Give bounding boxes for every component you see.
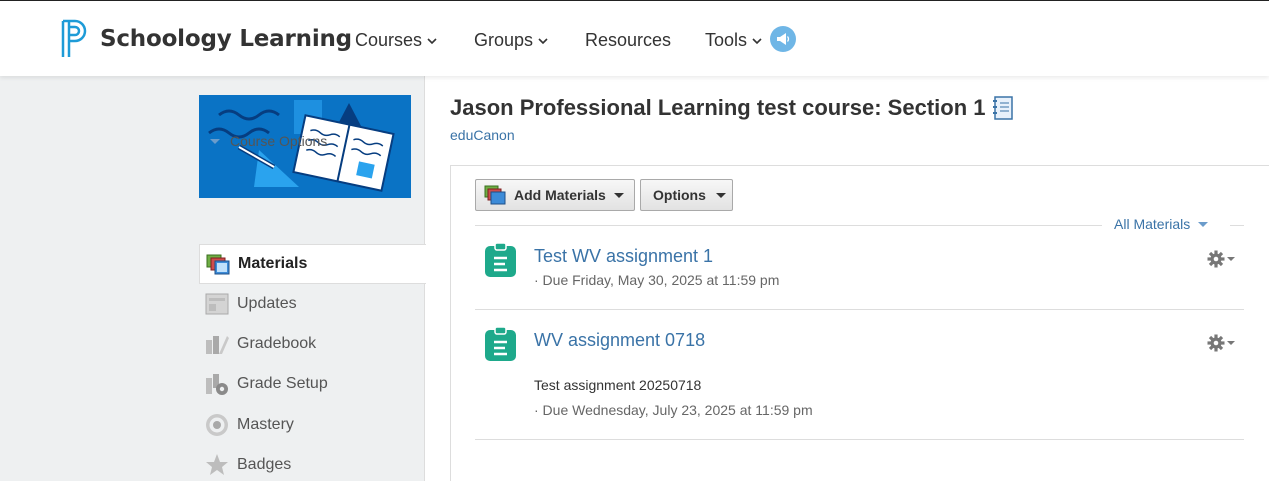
material-title-link[interactable]: Test WV assignment 1 bbox=[534, 246, 713, 267]
item-divider bbox=[475, 439, 1244, 440]
add-materials-label: Add Materials bbox=[514, 187, 606, 203]
nav-tools-label: Tools bbox=[705, 30, 748, 50]
megaphone-icon[interactable] bbox=[770, 26, 796, 52]
materials-icon bbox=[484, 185, 506, 205]
sidebar-item-materials[interactable]: Materials bbox=[199, 244, 426, 284]
chevron-down-icon bbox=[427, 37, 437, 44]
sidebar-item-label: Materials bbox=[238, 255, 308, 272]
updates-icon bbox=[205, 293, 229, 315]
all-materials-label: All Materials bbox=[1114, 216, 1191, 232]
chevron-down-icon bbox=[538, 37, 548, 44]
nav-courses-label: Courses bbox=[355, 30, 423, 50]
nav-tools[interactable]: Tools bbox=[705, 30, 762, 51]
sidebar-item-label: Badges bbox=[237, 456, 292, 473]
all-materials-filter[interactable]: All Materials bbox=[1114, 216, 1209, 232]
sidebar-item-label: Grade Setup bbox=[237, 375, 328, 392]
sidebar-item-updates[interactable]: Updates bbox=[199, 284, 425, 324]
course-subtitle-link[interactable]: eduCanon bbox=[450, 127, 515, 143]
assignment-icon bbox=[485, 327, 516, 361]
gear-icon[interactable] bbox=[1207, 250, 1237, 268]
options-button[interactable]: Options bbox=[640, 179, 733, 211]
course-options-label: Course Options bbox=[230, 133, 328, 149]
materials-icon bbox=[206, 254, 230, 275]
gradebook-icon bbox=[206, 336, 229, 354]
sidebar-item-gradebook[interactable]: Gradebook bbox=[199, 324, 425, 364]
caret-down-icon bbox=[1198, 221, 1209, 227]
sidebar-item-mastery[interactable]: Mastery bbox=[199, 405, 425, 445]
page-title: Jason Professional Learning test course:… bbox=[450, 95, 1014, 121]
notebook-icon[interactable] bbox=[992, 96, 1014, 120]
brand-name[interactable]: Schoology Learning bbox=[100, 26, 352, 52]
nav-courses[interactable]: Courses bbox=[355, 30, 437, 51]
schoology-logo-icon[interactable] bbox=[60, 19, 90, 59]
megaphone-glyph bbox=[777, 33, 790, 45]
materials-panel bbox=[450, 165, 1269, 481]
filter-divider-left bbox=[475, 225, 1102, 226]
options-label: Options bbox=[653, 187, 706, 203]
mastery-icon bbox=[206, 414, 228, 436]
filter-divider-right bbox=[1230, 225, 1244, 226]
material-description: Test assignment 20250718 bbox=[534, 377, 702, 393]
caret-down-icon bbox=[715, 192, 726, 198]
chevron-down-icon bbox=[752, 37, 762, 44]
sidebar-item-label: Gradebook bbox=[237, 335, 317, 352]
sidebar-item-label: Mastery bbox=[237, 416, 294, 433]
badges-icon bbox=[206, 454, 228, 475]
grade-setup-icon bbox=[206, 374, 228, 395]
top-navigation-bar: Schoology Learning Courses Groups Resour… bbox=[0, 0, 1269, 76]
due-date: · Due Wednesday, July 23, 2025 at 11:59 … bbox=[534, 402, 813, 418]
item-divider bbox=[475, 309, 1244, 310]
nav-resources[interactable]: Resources bbox=[585, 30, 671, 51]
sidebar-item-badges[interactable]: Badges bbox=[199, 445, 425, 481]
course-title-text: Jason Professional Learning test course:… bbox=[450, 95, 986, 120]
caret-down-icon bbox=[613, 192, 624, 198]
nav-resources-label: Resources bbox=[585, 30, 672, 50]
nav-groups-label: Groups bbox=[474, 30, 534, 50]
sidebar-item-grade-setup[interactable]: Grade Setup bbox=[199, 364, 425, 404]
caret-down-icon bbox=[210, 138, 220, 144]
add-materials-button[interactable]: Add Materials bbox=[475, 179, 635, 211]
material-title-link[interactable]: WV assignment 0718 bbox=[534, 330, 705, 351]
sidebar-item-label: Updates bbox=[237, 295, 297, 312]
course-options-toggle[interactable]: Course Options bbox=[210, 133, 327, 149]
gear-icon[interactable] bbox=[1207, 334, 1237, 352]
nav-groups[interactable]: Groups bbox=[474, 30, 548, 51]
due-date: · Due Friday, May 30, 2025 at 11:59 pm bbox=[534, 272, 780, 288]
assignment-icon bbox=[485, 243, 516, 277]
